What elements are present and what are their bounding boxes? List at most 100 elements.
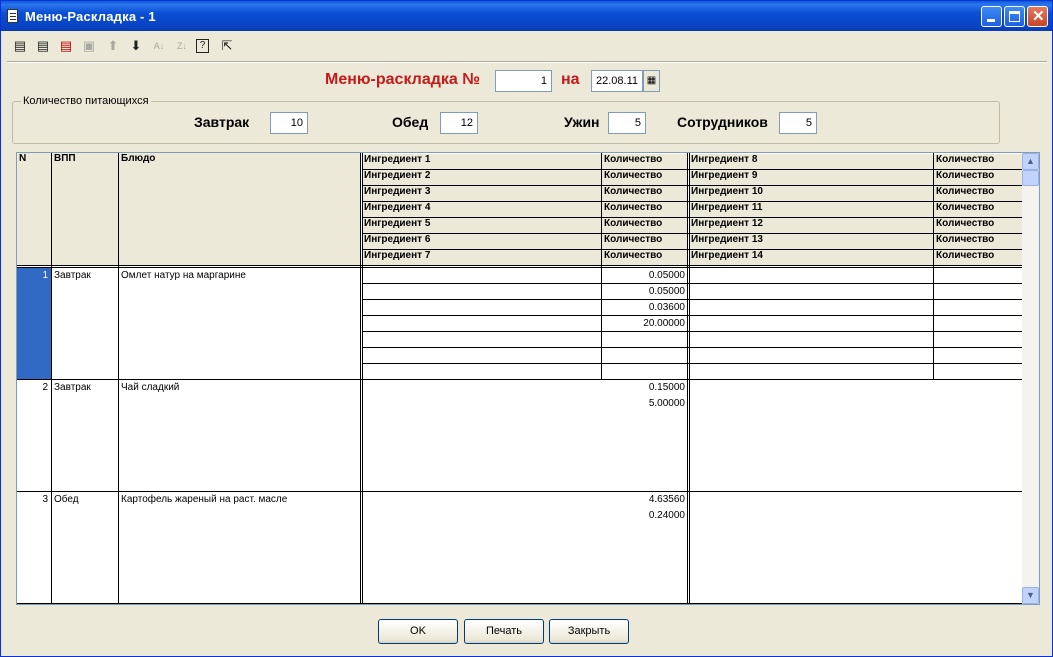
quantity-cell[interactable]: 0.05000 xyxy=(602,270,685,281)
maximize-button[interactable] xyxy=(1004,6,1025,27)
quantity-cell[interactable]: 4.63560 xyxy=(602,494,685,505)
scroll-down-icon[interactable]: ▼ xyxy=(1022,587,1039,604)
grid-line xyxy=(362,233,1022,234)
grid-line xyxy=(362,217,1022,218)
column-header-vpp[interactable]: ВПП xyxy=(52,153,118,266)
column-header-qty[interactable]: Количество xyxy=(934,218,1022,233)
grid-line xyxy=(362,283,1022,284)
menu-number-label: Меню-раскладка № xyxy=(325,71,481,88)
column-header-qty[interactable]: Количество xyxy=(934,250,1022,265)
column-header-ingredient[interactable]: Ингредиент 4 xyxy=(362,202,602,217)
close-window-button[interactable]: ✕ xyxy=(1027,6,1048,27)
column-header-qty[interactable]: Количество xyxy=(602,154,688,169)
row-vpp[interactable]: Завтрак xyxy=(54,382,118,393)
row-vpp[interactable]: Обед xyxy=(54,494,118,505)
table-delete-icon[interactable]: ▤ xyxy=(57,37,75,55)
column-header-qty[interactable]: Количество xyxy=(602,218,688,233)
table-edit-icon[interactable]: ▤ xyxy=(34,37,52,55)
column-header-ingredient[interactable]: Ингредиент 5 xyxy=(362,218,602,233)
table-add-icon[interactable]: ▤ xyxy=(11,37,29,55)
grid-line xyxy=(362,331,1022,332)
column-header-qty[interactable]: Количество xyxy=(934,170,1022,185)
column-header-ingredient[interactable]: Ингредиент 11 xyxy=(689,202,933,217)
scroll-up-icon[interactable]: ▲ xyxy=(1022,153,1039,170)
column-header-ingredient[interactable]: Ингредиент 1 xyxy=(362,154,602,169)
grid-line xyxy=(362,201,1022,202)
row-number: 3 xyxy=(42,494,48,505)
column-header-ingredient[interactable]: Ингредиент 10 xyxy=(689,186,933,201)
grid-line xyxy=(17,491,1022,492)
date-field[interactable]: 22.08.11 xyxy=(591,70,643,92)
column-header-ingredient[interactable]: Ингредиент 13 xyxy=(689,234,933,249)
column-header-ingredient[interactable]: Ингредиент 12 xyxy=(689,218,933,233)
close-icon: ✕ xyxy=(1032,8,1045,25)
grid-line xyxy=(362,249,1022,250)
menu-number-field[interactable]: 1 xyxy=(495,70,552,92)
column-header-n[interactable]: N xyxy=(17,153,51,266)
quantity-cell[interactable]: 20.00000 xyxy=(602,318,685,329)
column-header-ingredient[interactable]: Ингредиент 3 xyxy=(362,186,602,201)
help-icon[interactable]: ? xyxy=(196,39,209,53)
lunch-label: Обед xyxy=(392,114,429,130)
row-selector[interactable] xyxy=(17,267,51,379)
main-window: Меню-Раскладка - 1 ✕ ▤ ▤ ▤ ▣ ⬆ ⬇ A↓ Z↓ ?… xyxy=(0,0,1053,657)
lunch-count-field[interactable]: 12 xyxy=(440,112,478,134)
dinner-count-field[interactable]: 5 xyxy=(608,112,646,134)
ok-button[interactable]: OK xyxy=(378,619,458,644)
quantity-cell[interactable]: 0.05000 xyxy=(602,286,685,297)
column-header-ingredient[interactable]: Ингредиент 8 xyxy=(689,154,933,169)
column-header-qty[interactable]: Количество xyxy=(602,202,688,217)
column-header-qty[interactable]: Количество xyxy=(602,186,688,201)
row-dish[interactable]: Чай сладкий xyxy=(121,382,361,393)
grid-line xyxy=(362,315,1022,316)
row-number: 1 xyxy=(42,270,48,281)
grid-line xyxy=(362,363,1022,364)
grid-line xyxy=(362,185,1022,186)
grid-line xyxy=(933,153,934,379)
grid-line xyxy=(17,379,1022,380)
column-header-qty[interactable]: Количество xyxy=(602,170,688,185)
quantity-cell[interactable]: 0.15000 xyxy=(602,382,685,393)
vertical-scrollbar[interactable]: ▲ ▼ xyxy=(1022,153,1039,604)
row-dish[interactable]: Картофель жареный на раст. масле xyxy=(121,494,361,505)
minimize-button[interactable] xyxy=(981,6,1002,27)
column-header-ingredient[interactable]: Ингредиент 2 xyxy=(362,170,602,185)
date-on-label: на xyxy=(561,71,580,88)
column-header-qty[interactable]: Количество xyxy=(934,154,1022,169)
arrow-up-icon[interactable]: ⬆ xyxy=(104,37,122,55)
menu-grid[interactable]: N ВПП Блюдо Ингредиент 1 Ингредиент 2 Ин… xyxy=(16,152,1040,605)
close-button[interactable]: Закрыть xyxy=(549,619,629,644)
column-header-qty[interactable]: Количество xyxy=(934,202,1022,217)
grid-line xyxy=(601,153,602,379)
row-vpp[interactable]: Завтрак xyxy=(54,270,118,281)
column-header-qty[interactable]: Количество xyxy=(934,186,1022,201)
column-header-qty[interactable]: Количество xyxy=(602,234,688,249)
copy-icon[interactable]: ▣ xyxy=(80,37,98,55)
sort-za-icon[interactable]: Z↓ xyxy=(173,37,191,55)
toolbar: ▤ ▤ ▤ ▣ ⬆ ⬇ A↓ Z↓ ? ⇱ xyxy=(3,33,1051,59)
row-dish[interactable]: Омлет натур на маргарине xyxy=(121,270,361,281)
diners-group xyxy=(12,101,1000,144)
quantity-cell[interactable]: 0.24000 xyxy=(602,510,685,521)
sort-az-icon[interactable]: A↓ xyxy=(150,37,168,55)
breakfast-count-field[interactable]: 10 xyxy=(270,112,308,134)
toolbar-separator xyxy=(7,61,1047,63)
column-header-ingredient[interactable]: Ингредиент 7 xyxy=(362,250,602,265)
diners-group-title: Количество питающихся xyxy=(21,95,151,107)
print-button[interactable]: Печать xyxy=(464,619,544,644)
calendar-icon[interactable]: ▦ xyxy=(643,70,660,92)
arrow-down-icon[interactable]: ⬇ xyxy=(127,37,145,55)
pointer-help-icon[interactable]: ⇱ xyxy=(218,37,236,55)
quantity-cell[interactable]: 0.03600 xyxy=(602,302,685,313)
row-number: 2 xyxy=(42,382,48,393)
scroll-thumb[interactable] xyxy=(1022,170,1039,186)
minimize-icon xyxy=(987,19,995,22)
staff-count-field[interactable]: 5 xyxy=(779,112,817,134)
column-header-ingredient[interactable]: Ингредиент 14 xyxy=(689,250,933,265)
column-header-qty[interactable]: Количество xyxy=(602,250,688,265)
column-header-ingredient[interactable]: Ингредиент 6 xyxy=(362,234,602,249)
column-header-ingredient[interactable]: Ингредиент 9 xyxy=(689,170,933,185)
column-header-qty[interactable]: Количество xyxy=(934,234,1022,249)
quantity-cell[interactable]: 5.00000 xyxy=(602,398,685,409)
column-header-dish[interactable]: Блюдо xyxy=(119,153,361,266)
